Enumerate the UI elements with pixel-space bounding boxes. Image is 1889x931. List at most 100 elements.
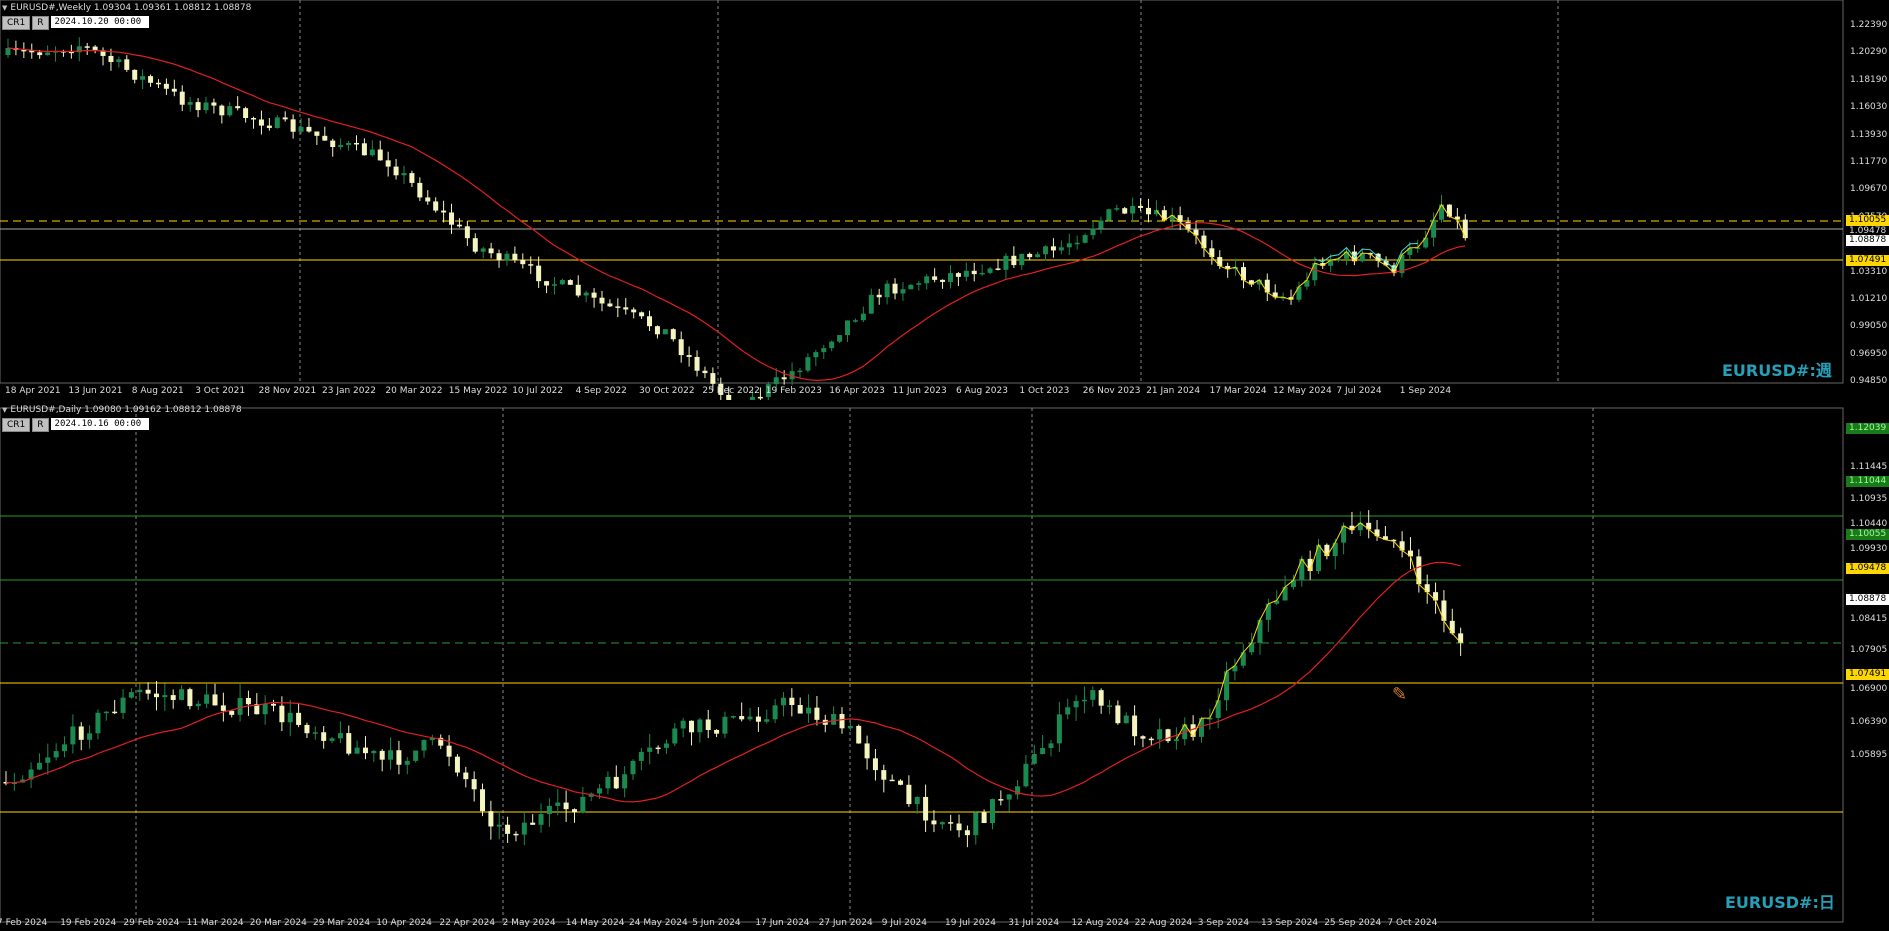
r-button[interactable]: R — [32, 16, 49, 30]
candle-body — [739, 716, 745, 720]
time-axis-label: 22 Apr 2024 — [439, 918, 496, 928]
candle-body — [730, 716, 736, 718]
candle-body — [203, 102, 209, 111]
candle-body — [385, 160, 391, 167]
candle-body — [296, 712, 302, 725]
daily-chart-panel[interactable]: ▼ EURUSD#,Daily 1.09080 1.09162 1.08812 1… — [0, 402, 1889, 931]
price-axis-label: 0.96950 — [1850, 348, 1888, 359]
candle-body — [1065, 707, 1071, 715]
weekly-chart-canvas[interactable] — [0, 0, 1889, 400]
candle-body — [551, 284, 557, 286]
daily-watermark: EURUSD#:日 — [1725, 893, 1835, 912]
candle-body — [686, 355, 692, 357]
time-axis-label: 15 May 2022 — [448, 386, 508, 396]
weekly-datetime-field[interactable]: 2024.10.20 00:00 — [50, 16, 150, 28]
candle-body — [814, 707, 820, 720]
candle-body — [615, 306, 621, 308]
candle-body — [847, 725, 853, 729]
candle-body — [153, 693, 159, 698]
candle-body — [204, 694, 210, 704]
candle-body — [839, 714, 845, 729]
candle-body — [401, 173, 407, 176]
candle-body — [662, 329, 668, 335]
candle-body — [306, 126, 312, 132]
weekly-chart-header: ▼ EURUSD#,Weekly 1.09304 1.09361 1.08812 … — [2, 3, 252, 13]
candle-body — [622, 774, 628, 789]
candle-body — [881, 770, 887, 780]
candle-body — [1132, 715, 1138, 737]
time-axis-label: 20 Mar 2022 — [385, 386, 443, 396]
candle-body — [1157, 729, 1163, 740]
cr1-button[interactable]: CR1 — [2, 16, 31, 30]
candle-body — [1035, 254, 1041, 258]
time-axis-label: 10 Apr 2024 — [376, 918, 432, 928]
candle-body — [162, 695, 168, 698]
candle-body — [1148, 738, 1154, 741]
candle-body — [613, 776, 619, 789]
candle-body — [353, 142, 359, 145]
candle-body — [496, 824, 502, 827]
candle-body — [755, 716, 761, 722]
candle-body — [789, 697, 795, 706]
candle-body — [889, 779, 895, 782]
candle-body — [536, 265, 542, 282]
candle-body — [981, 812, 987, 823]
time-axis-label: 18 Apr 2021 — [5, 386, 61, 396]
candle-body — [1114, 208, 1120, 210]
candle-body — [37, 52, 43, 56]
time-axis-label: 19 Feb 2024 — [60, 918, 117, 928]
candle-body — [916, 283, 922, 285]
weekly-controls: CR1 R 2024.10.20 00:00 — [2, 16, 150, 30]
candle-body — [258, 119, 264, 126]
candle-body — [128, 692, 134, 698]
candle-body — [654, 326, 660, 335]
candle-body — [187, 689, 193, 707]
cr1-button[interactable]: CR1 — [2, 418, 31, 432]
candle-body — [530, 822, 536, 825]
candle-body — [322, 135, 328, 141]
candle-body — [528, 264, 534, 266]
time-axis-label: 9 Jul 2024 — [881, 918, 928, 928]
plot-frame — [0, 0, 1844, 384]
candle-body — [1090, 228, 1096, 236]
time-axis-label: 10 Jul 2022 — [512, 386, 564, 396]
candle-body — [1043, 246, 1049, 255]
price-axis-label: 1.18190 — [1850, 74, 1888, 85]
candle-body — [876, 294, 882, 298]
price-axis-label: 1.20290 — [1850, 47, 1888, 58]
candle-body — [821, 348, 827, 353]
time-axis-label: 4 Sep 2022 — [575, 386, 627, 396]
candle-body — [831, 714, 837, 725]
price-tag: 1.11044 — [1846, 476, 1889, 487]
candle-body — [1107, 705, 1113, 707]
r-button[interactable]: R — [32, 418, 49, 432]
candle-body — [647, 316, 653, 327]
candle-body — [1081, 699, 1087, 702]
candle-body — [1073, 701, 1079, 708]
time-axis-label: 3 Sep 2024 — [1197, 918, 1250, 928]
candle-body — [148, 76, 154, 83]
candle-body — [872, 758, 878, 771]
candle-body — [845, 320, 851, 336]
daily-datetime-field[interactable]: 2024.10.16 00:00 — [50, 418, 150, 430]
candle-body — [227, 106, 233, 116]
candle-body — [480, 248, 486, 252]
candle-body — [505, 824, 511, 834]
candle-body — [1058, 247, 1064, 251]
time-axis-label: 24 May 2024 — [629, 918, 688, 928]
candle-body — [1090, 690, 1096, 700]
daily-chart-canvas[interactable] — [0, 402, 1889, 931]
weekly-chart-panel[interactable]: ▼ EURUSD#,Weekly 1.09304 1.09361 1.08812 … — [0, 0, 1889, 400]
candle-body — [607, 303, 613, 307]
crosshair-tool-icon[interactable]: ✎ — [1392, 684, 1407, 705]
price-axis-label: 1.13930 — [1850, 129, 1888, 140]
price-tag: 1.08878 — [1846, 594, 1889, 605]
time-axis-label: 1 Sep 2024 — [1399, 386, 1452, 396]
price-axis-label: 1.01210 — [1850, 294, 1888, 304]
candle-body — [772, 705, 778, 720]
collapse-triangle-icon[interactable]: ▼ — [2, 406, 7, 414]
candle-body — [1431, 219, 1437, 238]
candle-body — [780, 697, 786, 706]
collapse-triangle-icon[interactable]: ▼ — [2, 4, 7, 12]
candle-body — [1056, 714, 1062, 744]
